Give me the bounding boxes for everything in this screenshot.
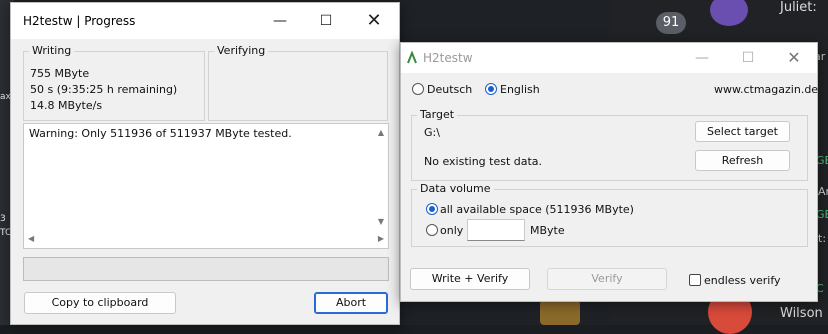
maximize-button[interactable]: ☐ [303, 3, 349, 39]
notification-badge: 91 [656, 12, 686, 34]
deutsch-label: Deutsch [427, 83, 473, 96]
only-size-input[interactable] [467, 219, 525, 241]
only-label: only [440, 224, 464, 237]
mbyte-unit: MByte [530, 224, 565, 237]
chat-username: Wilson [780, 306, 823, 321]
background-clipped-text: Ar [818, 185, 828, 198]
minimize-button[interactable]: — [679, 43, 725, 73]
data-volume-group: Data volume all available space (511936 … [411, 182, 808, 247]
data-volume-label: Data volume [417, 182, 494, 195]
website-link[interactable]: www.ctmagazin.de [714, 83, 818, 96]
time-remaining: 50 s (9:35:25 h remaining) [30, 83, 178, 96]
log-text: Warning: Only 511936 of 511937 MByte tes… [29, 127, 292, 140]
writing-group: Writing 755 MByte 50 s (9:35:25 h remain… [23, 44, 205, 121]
chat-username: Juliet: [780, 0, 817, 15]
written-size: 755 MByte [30, 67, 90, 80]
all-space-radio[interactable] [426, 203, 438, 215]
abort-button[interactable]: Abort [314, 292, 388, 314]
target-label: Target [417, 108, 458, 121]
writing-label: Writing [29, 44, 75, 57]
endless-verify-checkbox[interactable] [689, 274, 701, 286]
app-icon [407, 51, 417, 64]
maximize-button[interactable]: ☐ [725, 43, 771, 73]
deutsch-radio[interactable] [412, 83, 424, 95]
log-textarea[interactable]: Warning: Only 511936 of 511937 MByte tes… [23, 123, 389, 249]
background-thumbnail [540, 300, 580, 325]
scroll-right-icon[interactable]: ▶ [378, 234, 384, 243]
avatar [710, 0, 748, 26]
close-button[interactable]: ✕ [351, 3, 397, 39]
main-titlebar: H2testw — ☐ ✕ [401, 43, 817, 73]
background-clipped-text: t: [818, 232, 827, 245]
close-button[interactable]: ✕ [771, 43, 817, 73]
target-group: Target G:\ No existing test data. Select… [411, 108, 808, 181]
window-title: H2testw [423, 51, 473, 65]
verifying-label: Verifying [214, 44, 269, 57]
progress-titlebar: H2testw | Progress — ☐ ✕ [11, 3, 399, 39]
write-speed: 14.8 MByte/s [30, 99, 103, 112]
window-title: H2testw | Progress [23, 14, 136, 28]
refresh-button[interactable]: Refresh [695, 150, 790, 171]
progress-window: H2testw | Progress — ☐ ✕ Writing 755 MBy… [10, 2, 400, 325]
all-space-label: all available space (511936 MByte) [440, 203, 634, 216]
verify-button[interactable]: Verify [547, 268, 667, 290]
test-data-status: No existing test data. [424, 155, 543, 168]
scroll-down-icon[interactable]: ▼ [378, 217, 384, 226]
copy-to-clipboard-button[interactable]: Copy to clipboard [24, 292, 176, 314]
progress-bar [23, 257, 389, 281]
endless-verify-label: endless verify [704, 274, 781, 287]
main-window: H2testw — ☐ ✕ Deutsch English www.ctmaga… [400, 42, 818, 302]
english-label: English [500, 83, 540, 96]
verifying-group: Verifying [208, 44, 388, 121]
only-radio[interactable] [426, 224, 438, 236]
select-target-button[interactable]: Select target [695, 121, 790, 142]
scroll-up-icon[interactable]: ▲ [378, 128, 384, 137]
scroll-left-icon[interactable]: ◀ [28, 234, 34, 243]
target-path: G:\ [424, 126, 440, 139]
write-verify-button[interactable]: Write + Verify [410, 268, 530, 290]
minimize-button[interactable]: — [257, 3, 303, 39]
english-radio[interactable] [485, 83, 497, 95]
